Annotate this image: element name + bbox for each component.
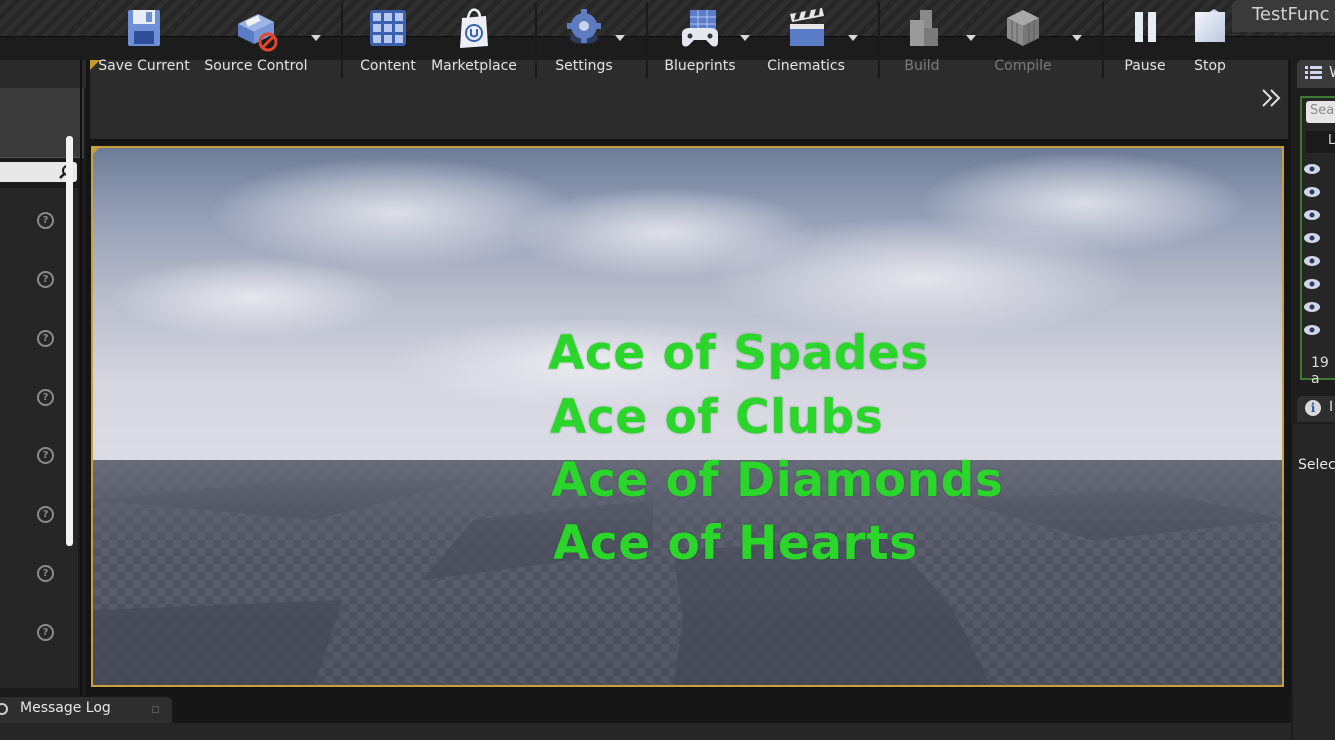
stop-button[interactable]: Stop xyxy=(1180,0,1240,80)
details-tab-label: I xyxy=(1329,399,1334,415)
blueprints-button[interactable]: Blueprints xyxy=(658,0,742,80)
help-icon[interactable]: ? xyxy=(37,330,54,347)
modes-scrollbar[interactable] xyxy=(66,136,73,546)
modes-panel xyxy=(0,60,86,696)
visibility-eye-icon[interactable] xyxy=(1304,233,1320,243)
modes-panel-header xyxy=(0,60,86,88)
visibility-eye-icon[interactable] xyxy=(1304,164,1320,174)
blueprints-dropdown-icon[interactable] xyxy=(740,35,750,41)
content-label: Content xyxy=(360,58,416,74)
source-control-label: Source Control xyxy=(204,58,308,74)
close-icon[interactable] xyxy=(152,706,159,713)
help-icon[interactable]: ? xyxy=(37,565,54,582)
visibility-eye-icon[interactable] xyxy=(1304,256,1320,266)
toolbar-separator xyxy=(878,2,880,78)
compile-label: Compile xyxy=(994,58,1052,74)
cinematics-icon xyxy=(790,8,824,46)
outliner-search-input[interactable]: Sear xyxy=(1306,101,1335,123)
message-log-tab-label: Message Log xyxy=(20,700,111,716)
help-icon[interactable]: ? xyxy=(37,506,54,523)
compile-dropdown-icon[interactable] xyxy=(1072,35,1082,41)
source-control-dropdown-icon[interactable] xyxy=(311,35,321,41)
pause-button[interactable]: Pause xyxy=(1114,0,1176,80)
world-outliner-tab[interactable]: W xyxy=(1297,60,1335,88)
marketplace-icon xyxy=(460,8,488,48)
blueprints-label: Blueprints xyxy=(664,58,736,74)
build-label: Build xyxy=(904,58,940,74)
stop-icon xyxy=(1195,12,1225,42)
compile-icon xyxy=(1007,10,1039,46)
details-tab[interactable]: i I xyxy=(1297,396,1335,422)
panel-splitter[interactable] xyxy=(80,60,82,696)
message-log-panel xyxy=(0,723,1291,740)
cinematics-dropdown-icon[interactable] xyxy=(848,35,858,41)
visibility-eye-icon[interactable] xyxy=(1304,302,1320,312)
stop-label: Stop xyxy=(1194,58,1226,74)
settings-button[interactable]: Settings xyxy=(548,0,620,80)
settings-dropdown-icon[interactable] xyxy=(615,35,625,41)
cinematics-label: Cinematics xyxy=(767,58,845,74)
outliner-actor-count: 19 a xyxy=(1311,355,1329,387)
help-icon[interactable]: ? xyxy=(37,389,54,406)
toolbar-separator xyxy=(1102,2,1104,78)
list-icon xyxy=(1305,66,1322,79)
save-current-button[interactable]: Save Current xyxy=(96,0,192,80)
viewport-corner-marker xyxy=(91,146,101,156)
settings-icon xyxy=(567,9,601,44)
help-icon[interactable]: ? xyxy=(37,212,54,229)
cinematics-button[interactable]: Cinematics xyxy=(762,0,850,80)
details-empty-message: Selec xyxy=(1298,457,1335,473)
help-icon[interactable]: ? xyxy=(37,271,54,288)
compile-button[interactable]: Compile xyxy=(986,0,1060,80)
ace-of-hearts-text: Ace of Hearts xyxy=(553,516,918,571)
help-icon[interactable]: ? xyxy=(37,447,54,464)
content-icon xyxy=(370,10,406,46)
marketplace-button[interactable]: Marketplace xyxy=(428,0,520,80)
build-button[interactable]: Build xyxy=(888,0,956,80)
level-tab-label: TestFunc xyxy=(1252,4,1330,25)
visibility-eye-icon[interactable] xyxy=(1304,187,1320,197)
chevron-double-right-icon[interactable] xyxy=(1260,86,1282,110)
world-outliner-tab-label: W xyxy=(1329,63,1335,81)
level-viewport[interactable]: Ace of Spades Ace of Clubs Ace of Diamon… xyxy=(91,146,1284,687)
build-icon xyxy=(910,10,938,46)
settings-label: Settings xyxy=(555,58,613,74)
ace-of-clubs-text: Ace of Clubs xyxy=(550,390,884,445)
toolbar-separator xyxy=(646,2,648,78)
toolbar-separator xyxy=(535,2,537,78)
visibility-eye-icon[interactable] xyxy=(1304,325,1320,335)
build-dropdown-icon[interactable] xyxy=(966,35,976,41)
help-icon[interactable]: ? xyxy=(37,624,54,641)
message-log-icon xyxy=(0,703,8,715)
message-log-tab[interactable]: Message Log xyxy=(0,697,172,723)
content-button[interactable]: Content xyxy=(352,0,424,80)
ace-of-diamonds-text: Ace of Diamonds xyxy=(551,453,1004,508)
outliner-search-placeholder: Sear xyxy=(1310,103,1335,118)
pause-icon xyxy=(1135,12,1156,42)
toolbar-separator xyxy=(341,2,343,78)
source-control-button[interactable]: Source Control xyxy=(200,0,312,80)
blueprints-icon xyxy=(682,10,718,47)
info-icon: i xyxy=(1305,400,1321,416)
outliner-label-column: L xyxy=(1328,133,1335,148)
visibility-eye-icon[interactable] xyxy=(1304,279,1320,289)
save-icon xyxy=(128,10,160,46)
save-current-label: Save Current xyxy=(98,58,190,74)
marketplace-label: Marketplace xyxy=(431,58,517,74)
level-tab[interactable]: TestFunc xyxy=(1232,0,1335,32)
pause-label: Pause xyxy=(1124,58,1166,74)
outliner-column-header[interactable]: L xyxy=(1306,131,1335,153)
ace-of-spades-text: Ace of Spades xyxy=(548,326,929,381)
source-control-icon xyxy=(238,14,278,52)
visibility-eye-icon[interactable] xyxy=(1304,210,1320,220)
